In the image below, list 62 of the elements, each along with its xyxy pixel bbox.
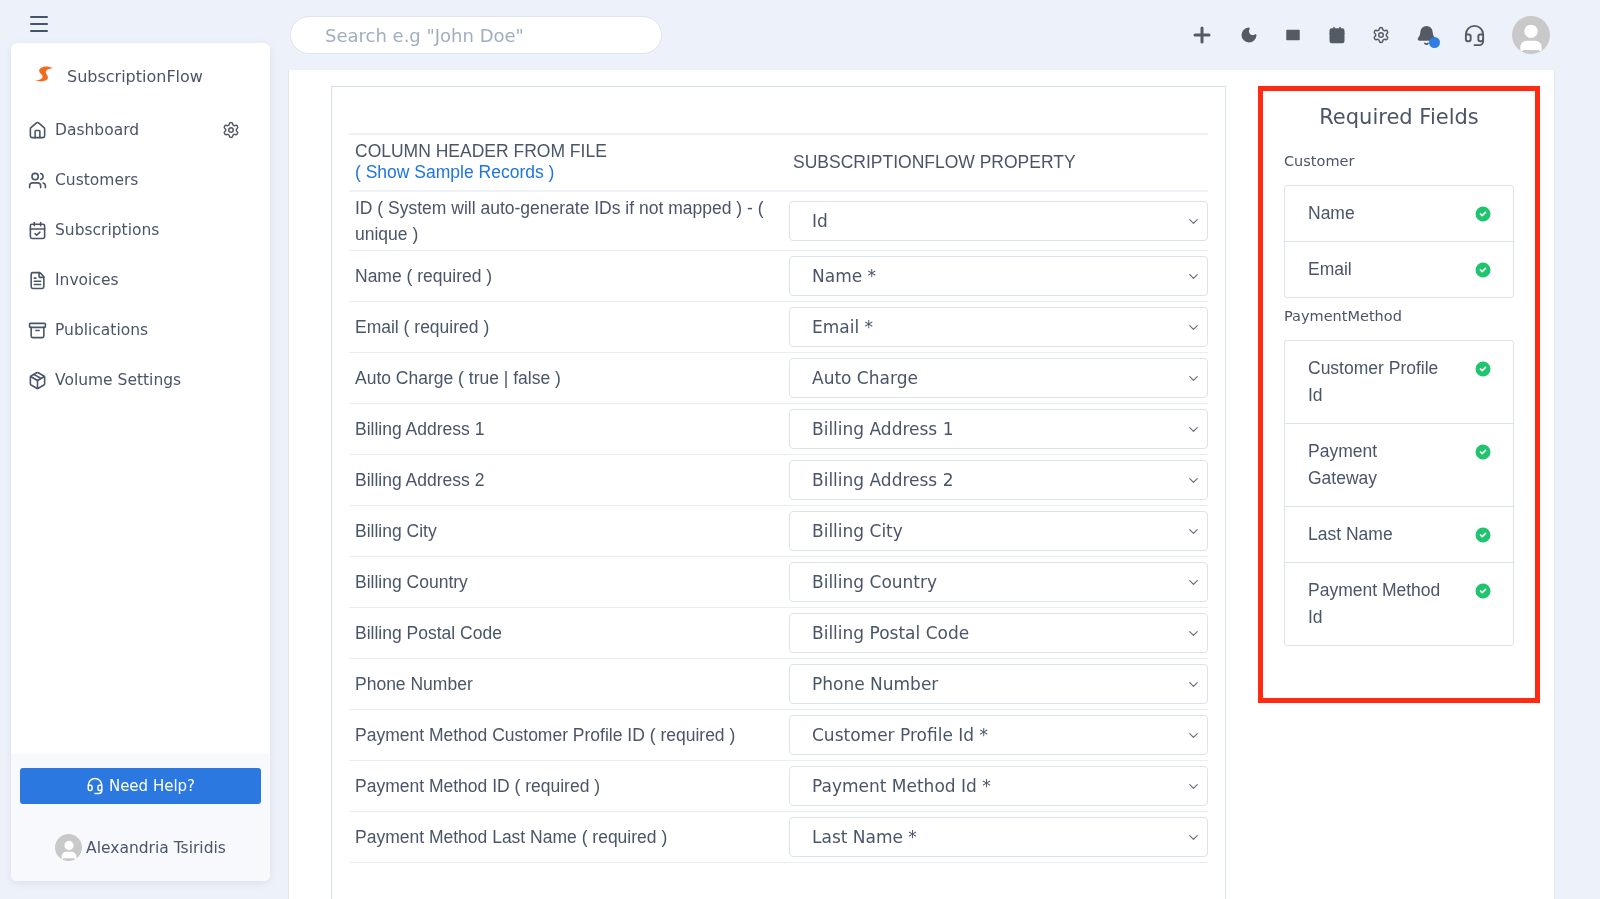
notification-bell-icon[interactable] (1416, 24, 1437, 46)
property-select[interactable]: Customer Profile Id * (789, 715, 1208, 755)
field-label: Payment Method Last Name ( required ) (354, 826, 669, 849)
moon-icon[interactable] (1240, 26, 1258, 44)
sidebar-item[interactable]: Publications (11, 305, 270, 355)
field-label: ID ( System will auto-generate IDs if not mapped ) - ( unique ) (354, 197, 765, 246)
property-select[interactable]: Billing Address 2 (789, 460, 1208, 500)
show-sample-records-link[interactable]: ( Show Sample Records ) (355, 162, 555, 182)
settings-icon[interactable] (1372, 26, 1390, 44)
property-select[interactable]: Last Name * (789, 817, 1208, 857)
column-header: SUBSCRIPTIONFLOW PROPERTY (792, 151, 1077, 173)
headset-icon[interactable] (1463, 23, 1486, 47)
property-select[interactable]: Payment Method Id * (789, 766, 1208, 806)
field-label: Billing Country (354, 571, 469, 594)
property-select[interactable]: Id (789, 201, 1208, 241)
package-icon (28, 370, 47, 390)
sidebar-item[interactable]: Subscriptions (11, 205, 270, 255)
brand-name: SubscriptionFlow (67, 66, 203, 86)
property-select[interactable]: Phone Number (789, 664, 1208, 704)
archive-icon (28, 320, 47, 340)
user-avatar (55, 834, 83, 861)
user-name: Alexandria Tsiridis (86, 838, 226, 857)
calendar-icon[interactable] (1328, 26, 1346, 44)
property-select[interactable]: Billing Postal Code (789, 613, 1208, 653)
group-title: PaymentMethod (1284, 308, 1403, 324)
people-icon (28, 170, 47, 190)
calendar-check-icon (28, 220, 47, 240)
field-label: Billing Address 2 (354, 469, 486, 492)
required-field-label: Name (1308, 202, 1355, 225)
property-select[interactable]: Auto Charge (789, 358, 1208, 398)
field-label: Name ( required ) (354, 265, 494, 288)
field-label: Phone Number (354, 673, 474, 696)
document-icon (28, 270, 47, 290)
field-label: Billing City (354, 520, 438, 543)
field-label: Email ( required ) (354, 316, 491, 339)
home-icon (28, 120, 47, 140)
column-header: COLUMN HEADER FROM FILE (355, 141, 607, 161)
sidebar-item[interactable]: Volume Settings (11, 355, 270, 405)
panel-title: Required Fields (1318, 105, 1480, 129)
headset-icon (85, 777, 104, 795)
field-label: Payment Method Customer Profile ID ( required ) (354, 724, 737, 747)
field-label: Auto Charge ( true | false ) (354, 367, 562, 390)
property-select[interactable]: Name * (789, 256, 1208, 296)
field-label: Billing Address 1 (354, 418, 486, 441)
required-field-label: Last Name (1308, 523, 1393, 546)
sidebar-item[interactable]: Invoices (11, 255, 270, 305)
settings-icon[interactable] (222, 121, 240, 139)
property-select[interactable]: Billing Country (789, 562, 1208, 602)
property-select[interactable]: Billing Address 1 (789, 409, 1208, 449)
search-field[interactable]: Search e.g "John Doe" (290, 16, 662, 54)
sidebar-item[interactable]: Dashboard (11, 105, 170, 155)
property-select[interactable]: Email * (789, 307, 1208, 347)
field-label: Billing Postal Code (354, 622, 503, 645)
required-field-label: Payment Method Id (1308, 579, 1442, 629)
need-help-button[interactable]: Need Help? (20, 768, 261, 804)
required-field-label: Payment Gateway (1308, 440, 1379, 490)
required-field-label: Customer Profile Id (1308, 357, 1440, 407)
group-title: Customer (1284, 153, 1356, 169)
required-field-label: Email (1308, 258, 1352, 281)
sidebar-item[interactable]: Customers (11, 155, 270, 205)
field-label: Payment Method ID ( required ) (354, 775, 602, 798)
property-select[interactable]: Billing City (789, 511, 1208, 551)
